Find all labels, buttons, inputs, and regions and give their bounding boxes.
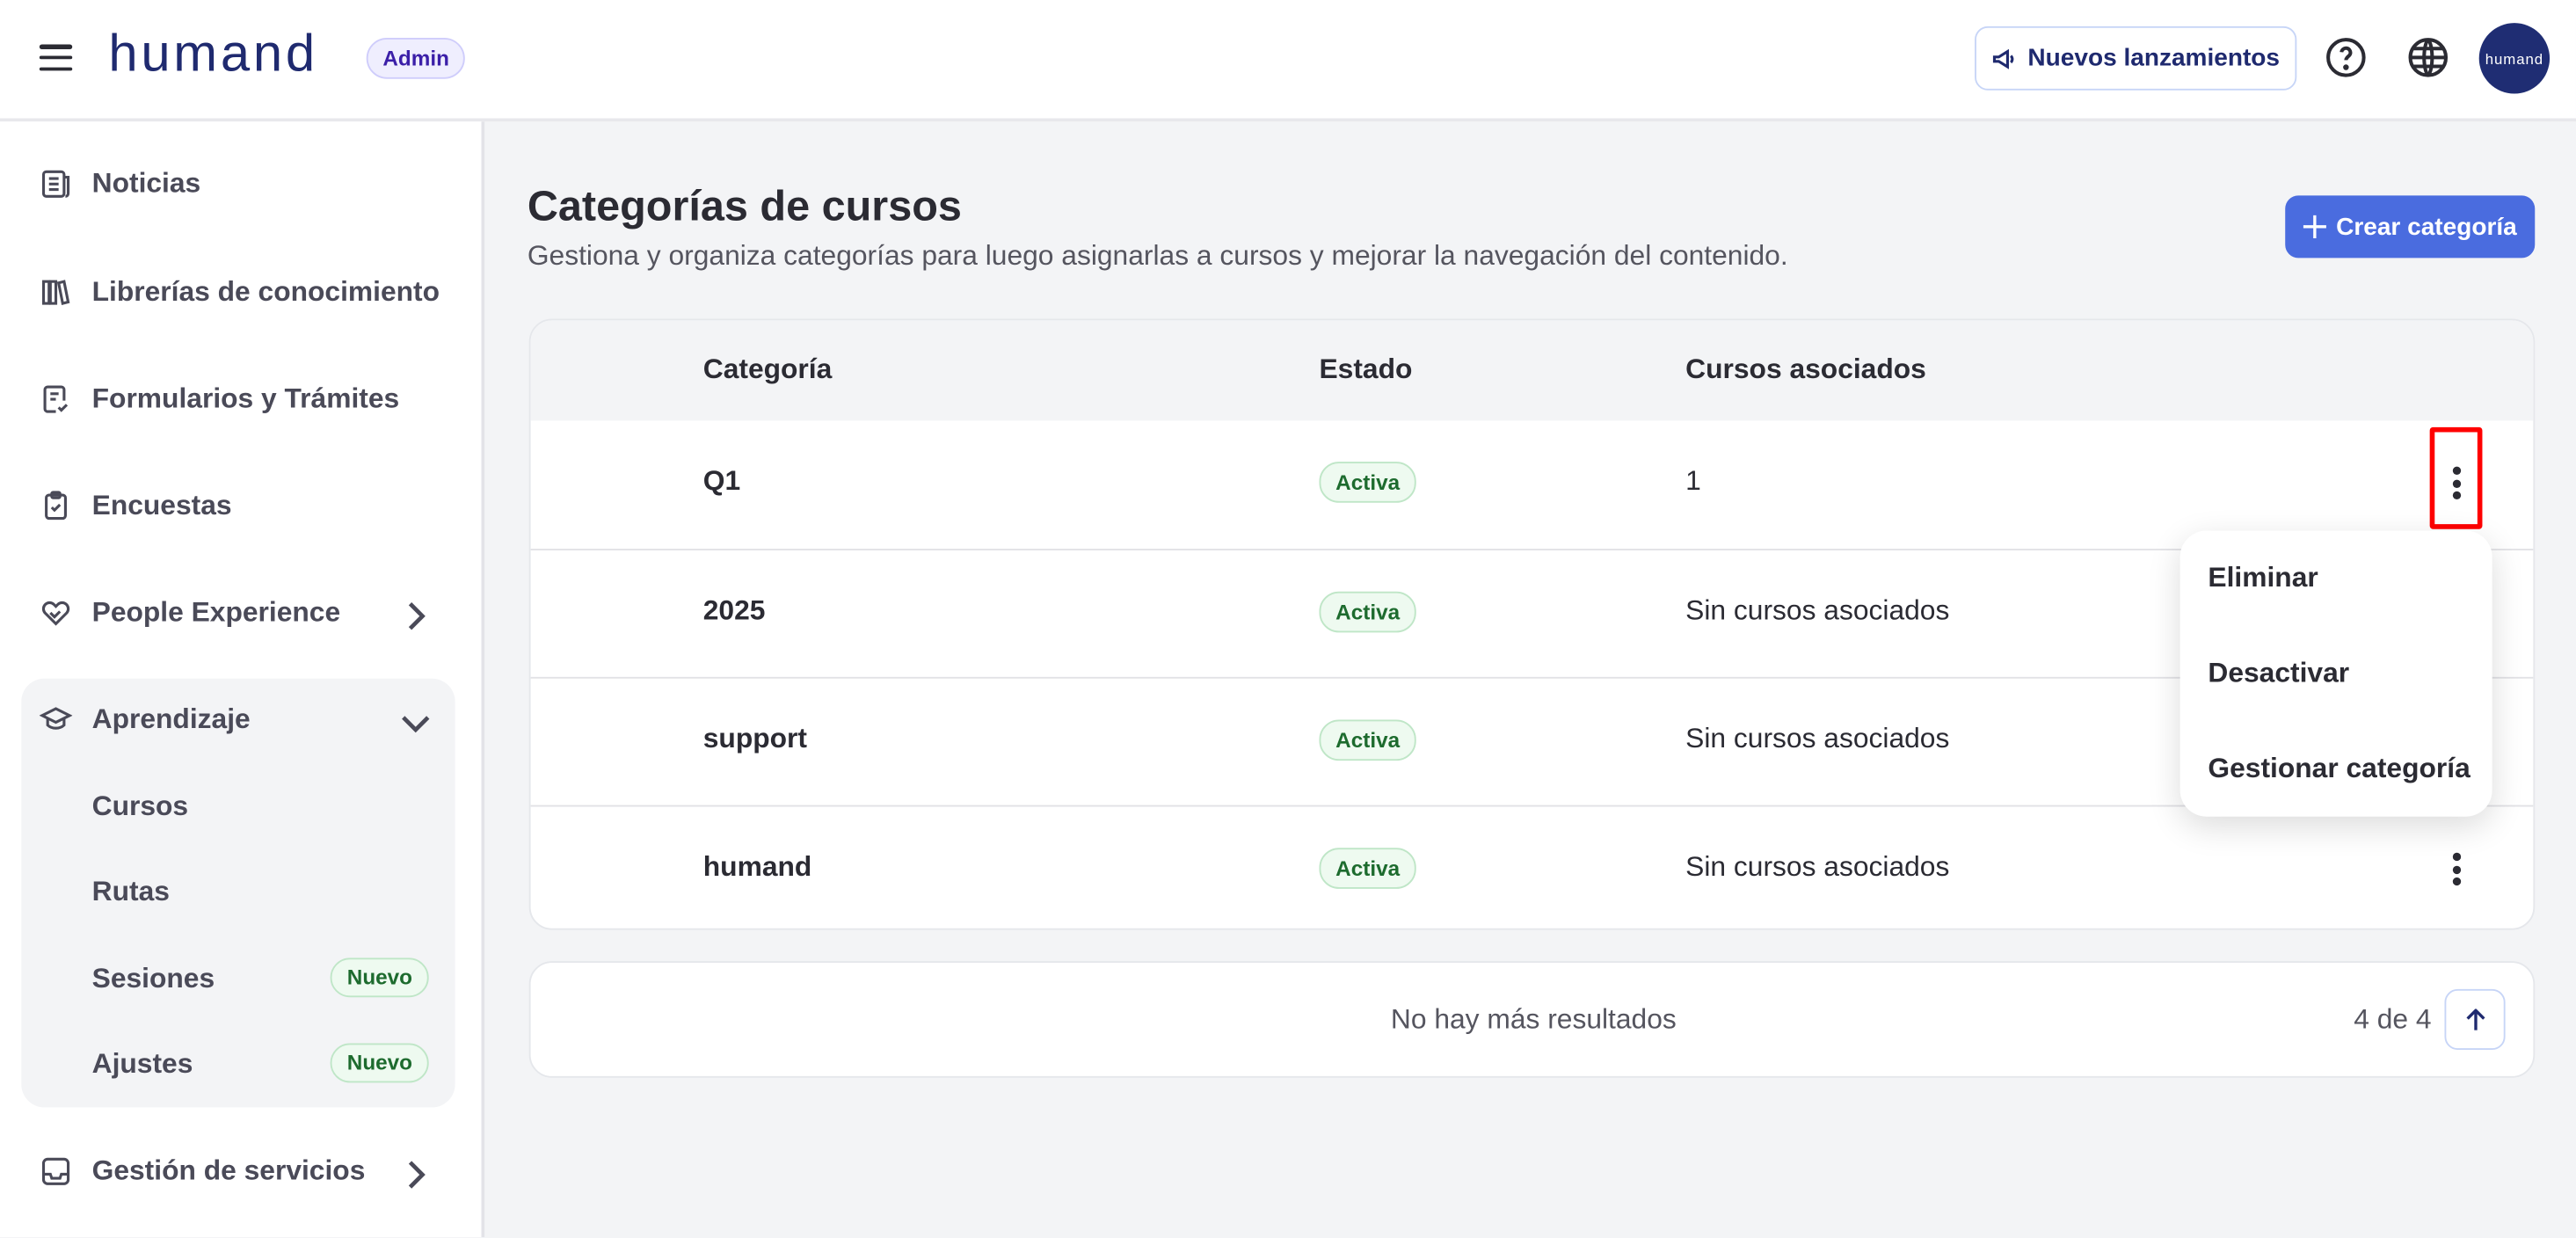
sidebar-item-label: People Experience	[92, 596, 341, 629]
column-header-status: Estado	[1319, 353, 1412, 386]
row-actions-menu: Eliminar Desactivar Gestionar categoría	[2180, 531, 2492, 817]
menu-item-deactivate[interactable]: Desactivar	[2208, 657, 2349, 689]
sidebar-item-label: Gestión de servicios	[92, 1155, 366, 1188]
create-category-label: Crear categoría	[2336, 213, 2517, 241]
sidebar: Noticias Librerías de conocimiento Formu…	[0, 121, 484, 1237]
subitem-label: Ajustes	[92, 1048, 193, 1080]
menu-item-delete[interactable]: Eliminar	[2208, 562, 2318, 594]
status-badge: Activa	[1319, 592, 1415, 633]
sidebar-item-gestion-servicios[interactable]: Gestión de servicios	[40, 1147, 442, 1196]
plus-icon	[2303, 215, 2326, 238]
user-avatar[interactable]: humand	[2479, 23, 2550, 93]
avatar-text: humand	[2485, 50, 2543, 67]
associated-courses: Sin cursos asociados	[1685, 851, 1949, 884]
subitem-label: Sesiones	[92, 963, 215, 994]
sidebar-item-librerias[interactable]: Librerías de conocimiento	[40, 268, 442, 317]
category-name: support	[703, 723, 807, 755]
chevron-right-icon	[399, 1158, 432, 1191]
sidebar-item-noticias[interactable]: Noticias	[40, 159, 442, 208]
hamburger-menu-icon[interactable]	[40, 44, 72, 70]
sidebar-subitem-cursos[interactable]: Cursos	[92, 785, 429, 828]
results-count: 4 de 4	[2354, 1004, 2431, 1037]
pagination-footer: No hay más resultados 4 de 4	[529, 961, 2536, 1078]
sidebar-item-people-experience[interactable]: People Experience	[40, 588, 442, 637]
sidebar-item-label: Aprendizaje	[92, 703, 251, 736]
top-bar: humand Admin Nuevos lanzamientos humand	[0, 0, 2576, 121]
sidebar-item-formularios[interactable]: Formularios y Trámites	[40, 375, 442, 424]
menu-item-manage-category[interactable]: Gestionar categoría	[2208, 753, 2470, 785]
no-more-results: No hay más resultados	[531, 1004, 2537, 1037]
subitem-label: Cursos	[92, 790, 188, 822]
admin-badge: Admin	[367, 38, 466, 79]
column-header-category: Categoría	[703, 353, 833, 386]
help-icon[interactable]	[2325, 36, 2368, 79]
category-name: humand	[703, 851, 812, 884]
humand-logo[interactable]: humand	[108, 23, 318, 84]
associated-courses: Sin cursos asociados	[1685, 594, 1949, 627]
graduation-cap-icon	[40, 703, 72, 736]
sidebar-item-label: Librerías de conocimiento	[92, 276, 440, 309]
highlight-box	[2430, 427, 2483, 529]
globe-icon[interactable]	[2406, 36, 2449, 79]
category-name: 2025	[703, 594, 766, 627]
inbox-icon	[40, 1155, 72, 1188]
column-header-courses: Cursos asociados	[1685, 353, 1926, 386]
table-header: Categoría Estado Cursos asociados	[531, 320, 2534, 420]
library-icon	[40, 276, 72, 309]
more-options-icon[interactable]	[2444, 849, 2467, 889]
table-row[interactable]: Q1 Activa 1	[531, 420, 2534, 549]
table-row[interactable]: humand Activa Sin cursos asociados	[531, 805, 2534, 930]
new-releases-label: Nuevos lanzamientos	[2027, 44, 2280, 72]
page-title: Categorías de cursos	[528, 181, 962, 232]
sidebar-item-label: Noticias	[92, 168, 201, 200]
sidebar-item-label: Formularios y Trámites	[92, 382, 400, 415]
form-icon	[40, 382, 72, 415]
arrow-up-icon	[2463, 1008, 2486, 1030]
category-name: Q1	[703, 465, 740, 498]
heart-hand-icon	[40, 596, 72, 629]
subitem-label: Rutas	[92, 876, 170, 907]
sidebar-item-encuestas[interactable]: Encuestas	[40, 481, 442, 530]
new-badge: Nuevo	[331, 958, 429, 997]
sidebar-subitem-rutas[interactable]: Rutas	[92, 870, 429, 914]
associated-courses: 1	[1685, 465, 1701, 498]
status-badge: Activa	[1319, 848, 1415, 889]
new-badge: Nuevo	[331, 1044, 429, 1083]
megaphone-icon	[1991, 45, 2018, 71]
sidebar-item-aprendizaje[interactable]: Aprendizaje	[40, 695, 442, 744]
status-badge: Activa	[1319, 462, 1415, 503]
sidebar-subitem-sesiones[interactable]: Sesiones Nuevo	[92, 958, 429, 1001]
create-category-button[interactable]: Crear categoría	[2285, 195, 2535, 258]
associated-courses: Sin cursos asociados	[1685, 723, 1949, 755]
chevron-right-icon	[399, 600, 432, 632]
status-badge: Activa	[1319, 719, 1415, 761]
chevron-down-icon	[399, 706, 432, 739]
scroll-top-button[interactable]	[2444, 989, 2505, 1050]
page-subtitle: Gestiona y organiza categorías para lueg…	[528, 240, 1788, 273]
new-releases-button[interactable]: Nuevos lanzamientos	[1975, 26, 2296, 91]
sidebar-subitem-ajustes[interactable]: Ajustes Nuevo	[92, 1044, 429, 1087]
sidebar-item-label: Encuestas	[92, 490, 232, 522]
clipboard-icon	[40, 490, 72, 522]
newspaper-icon	[40, 168, 72, 200]
